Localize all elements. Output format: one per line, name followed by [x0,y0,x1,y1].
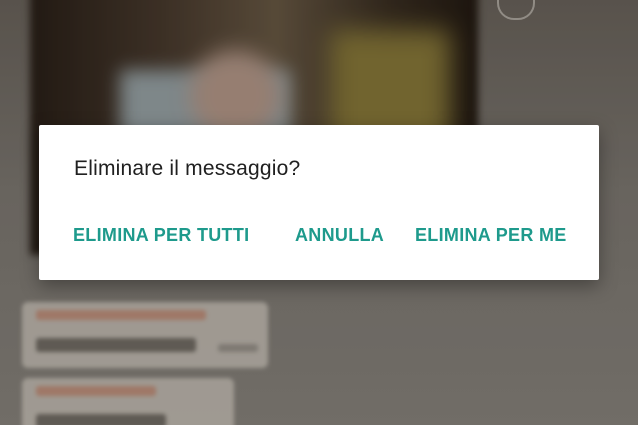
delete-message-dialog: Eliminare il messaggio? ELIMINA PER TUTT… [39,125,599,280]
delete-for-me-button[interactable]: ELIMINA PER ME [415,225,567,246]
dialog-title: Eliminare il messaggio? [74,157,301,180]
dialog-actions: ELIMINA PER TUTTI ANNULLA ELIMINA PER ME [39,225,599,253]
cancel-button[interactable]: ANNULLA [295,225,384,246]
delete-for-everyone-button[interactable]: ELIMINA PER TUTTI [73,225,249,246]
